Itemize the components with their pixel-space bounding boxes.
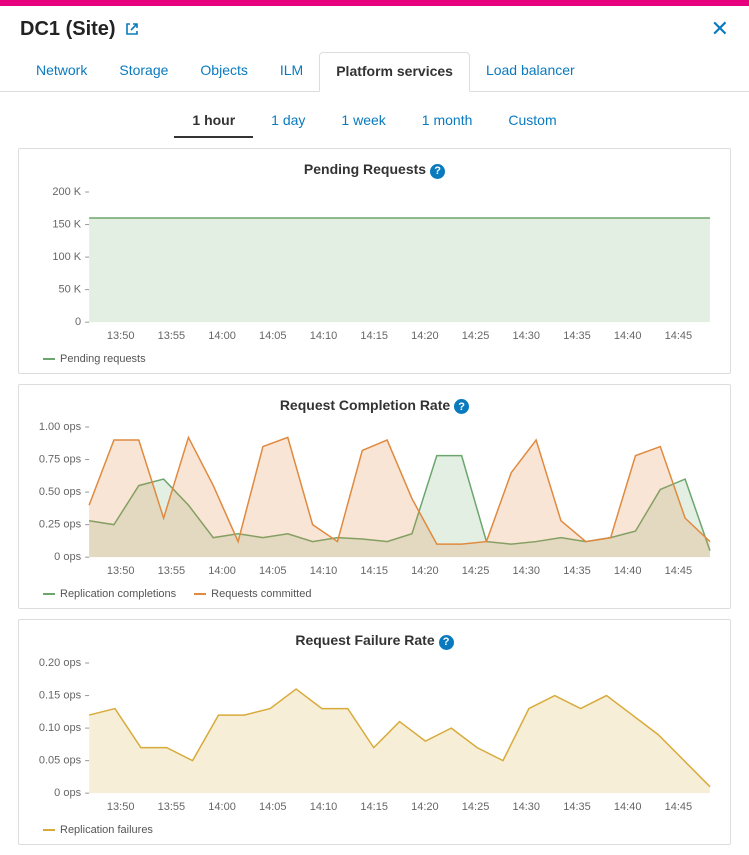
svg-text:13:50: 13:50 — [107, 801, 135, 813]
range-1-hour[interactable]: 1 hour — [174, 104, 253, 138]
chart-title-text: Request Completion Rate — [280, 397, 450, 413]
chart-card-1: Request Completion Rate? 0 ops 0.25 ops 0.5… — [18, 384, 731, 610]
time-range-selector: 1 hour1 day1 week1 monthCustom — [0, 104, 749, 138]
svg-text:13:55: 13:55 — [158, 801, 186, 813]
svg-text:14:05: 14:05 — [259, 330, 287, 342]
chart-card-2: Request Failure Rate? 0 ops 0.05 ops 0.10 o… — [18, 619, 731, 845]
svg-text:14:30: 14:30 — [513, 801, 541, 813]
legend-swatch — [194, 593, 206, 595]
chart-card-0: Pending Requests? 0 50 K 100 K 150 K 200 K 13:… — [18, 148, 731, 374]
page-title: DC1 (Site) — [20, 18, 116, 41]
svg-text:13:55: 13:55 — [158, 330, 186, 342]
chart-title: Pending Requests? — [29, 161, 720, 179]
chart-legend: Replication completions Requests committe… — [43, 588, 720, 600]
close-icon[interactable]: ✕ — [711, 16, 729, 42]
svg-text:0.10 ops: 0.10 ops — [39, 722, 82, 734]
svg-text:0.15 ops: 0.15 ops — [39, 689, 82, 701]
panel-header: DC1 (Site) ✕ — [0, 6, 749, 48]
svg-text:14:25: 14:25 — [462, 801, 490, 813]
svg-text:14:25: 14:25 — [462, 565, 490, 577]
main-tabs: NetworkStorageObjectsILMPlatform service… — [0, 52, 749, 92]
chart-title-text: Request Failure Rate — [295, 632, 434, 648]
legend-item: Replication completions — [43, 588, 176, 600]
chart-plot: 0 ops 0.25 ops 0.50 ops 0.75 ops 1.00 ops 13:… — [29, 422, 720, 582]
range-1-month[interactable]: 1 month — [404, 104, 491, 138]
svg-text:14:45: 14:45 — [665, 330, 693, 342]
svg-text:1.00 ops: 1.00 ops — [39, 422, 82, 433]
svg-text:0.20 ops: 0.20 ops — [39, 658, 82, 669]
svg-text:150 K: 150 K — [52, 218, 81, 230]
svg-text:14:00: 14:00 — [208, 330, 236, 342]
chart-plot: 0 ops 0.05 ops 0.10 ops 0.15 ops 0.20 ops 13:… — [29, 658, 720, 818]
svg-text:200 K: 200 K — [52, 187, 81, 198]
help-icon[interactable]: ? — [430, 164, 445, 179]
svg-text:0 ops: 0 ops — [54, 787, 81, 799]
legend-item: Requests committed — [194, 588, 311, 600]
legend-swatch — [43, 358, 55, 360]
svg-text:0.05 ops: 0.05 ops — [39, 755, 82, 767]
legend-label: Requests committed — [211, 588, 311, 600]
svg-text:13:50: 13:50 — [107, 330, 135, 342]
svg-text:14:25: 14:25 — [462, 330, 490, 342]
tab-load-balancer[interactable]: Load balancer — [470, 52, 591, 91]
legend-swatch — [43, 829, 55, 831]
legend-item: Replication failures — [43, 824, 153, 836]
svg-text:14:15: 14:15 — [360, 565, 388, 577]
chart-plot: 0 50 K 100 K 150 K 200 K 13:50 13:55 14:00 14:05… — [29, 187, 720, 347]
svg-text:14:35: 14:35 — [563, 801, 591, 813]
svg-text:14:35: 14:35 — [563, 330, 591, 342]
legend-label: Replication failures — [60, 824, 153, 836]
svg-text:14:05: 14:05 — [259, 565, 287, 577]
tab-storage[interactable]: Storage — [103, 52, 184, 91]
legend-label: Replication completions — [60, 588, 176, 600]
svg-text:14:30: 14:30 — [513, 330, 541, 342]
svg-text:14:30: 14:30 — [513, 565, 541, 577]
svg-text:0.25 ops: 0.25 ops — [39, 519, 82, 531]
range-custom[interactable]: Custom — [490, 104, 574, 138]
svg-text:50 K: 50 K — [58, 283, 81, 295]
range-1-week[interactable]: 1 week — [323, 104, 403, 138]
svg-text:14:40: 14:40 — [614, 565, 642, 577]
svg-text:14:45: 14:45 — [665, 801, 693, 813]
legend-swatch — [43, 593, 55, 595]
chart-title: Request Failure Rate? — [29, 632, 720, 650]
svg-text:14:20: 14:20 — [411, 565, 439, 577]
tab-network[interactable]: Network — [20, 52, 103, 91]
tab-platform-services[interactable]: Platform services — [319, 52, 470, 92]
svg-text:0.75 ops: 0.75 ops — [39, 454, 82, 466]
svg-text:14:15: 14:15 — [360, 330, 388, 342]
svg-text:14:00: 14:00 — [208, 565, 236, 577]
legend-label: Pending requests — [60, 353, 146, 365]
svg-text:14:20: 14:20 — [411, 801, 439, 813]
svg-text:14:10: 14:10 — [310, 801, 338, 813]
tab-ilm[interactable]: ILM — [264, 52, 319, 91]
help-icon[interactable]: ? — [454, 399, 469, 414]
svg-text:14:15: 14:15 — [360, 801, 388, 813]
svg-text:14:00: 14:00 — [208, 801, 236, 813]
svg-text:14:10: 14:10 — [310, 565, 338, 577]
svg-text:0.50 ops: 0.50 ops — [39, 486, 82, 498]
svg-text:14:10: 14:10 — [310, 330, 338, 342]
tab-objects[interactable]: Objects — [184, 52, 263, 91]
svg-text:14:40: 14:40 — [614, 330, 642, 342]
help-icon[interactable]: ? — [439, 635, 454, 650]
legend-item: Pending requests — [43, 353, 146, 365]
svg-text:0 ops: 0 ops — [54, 551, 81, 563]
chart-legend: Replication failures — [43, 824, 720, 836]
svg-text:0: 0 — [75, 316, 81, 328]
open-external-icon[interactable] — [124, 21, 140, 37]
svg-text:13:55: 13:55 — [158, 565, 186, 577]
svg-text:14:05: 14:05 — [259, 801, 287, 813]
range-1-day[interactable]: 1 day — [253, 104, 323, 138]
svg-text:14:45: 14:45 — [665, 565, 693, 577]
chart-title: Request Completion Rate? — [29, 397, 720, 415]
svg-text:13:50: 13:50 — [107, 565, 135, 577]
svg-text:100 K: 100 K — [52, 251, 81, 263]
svg-text:14:20: 14:20 — [411, 330, 439, 342]
chart-title-text: Pending Requests — [304, 161, 426, 177]
svg-text:14:40: 14:40 — [614, 801, 642, 813]
chart-legend: Pending requests — [43, 353, 720, 365]
svg-text:14:35: 14:35 — [563, 565, 591, 577]
